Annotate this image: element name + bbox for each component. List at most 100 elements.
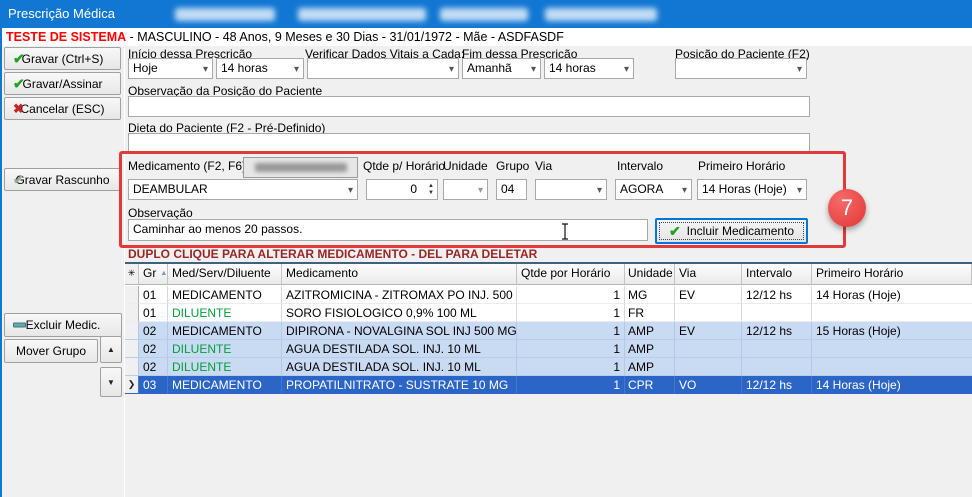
remove-icon [13, 323, 26, 328]
check-icon: ✔ [13, 75, 25, 92]
check-icon: ✔ [669, 223, 681, 240]
table-row[interactable]: 01MEDICAMENTOAZITROMICINA - ZITROMAX PO … [125, 286, 972, 304]
cell-type: MEDICAMENTO [168, 376, 282, 394]
column-header-via[interactable]: Via [675, 264, 742, 284]
cell-via [675, 304, 742, 322]
cell-med: AZITROMICINA - ZITROMAX PO INJ. 500 MG [282, 286, 517, 304]
column-header-med[interactable]: Medicamento [282, 264, 517, 284]
interval-combo[interactable]: AGORA [615, 179, 692, 200]
arrow-up-icon: ▲ [107, 345, 115, 354]
column-header-unit[interactable]: Unidade [625, 264, 675, 284]
spinner-up-icon[interactable]: ▲ [428, 183, 434, 189]
cell-qty: 1 [517, 286, 625, 304]
delete-medication-label: Excluir Medic. [26, 318, 101, 332]
delete-medication-button[interactable]: Excluir Medic. [4, 313, 122, 337]
medication-combo[interactable]: DEAMBULAR [128, 179, 358, 200]
cell-type: DILUENTE [168, 304, 282, 322]
cell-type: MEDICAMENTO [168, 286, 282, 304]
cell-via: EV [675, 322, 742, 340]
table-row[interactable]: 02DILUENTEAGUA DESTILADA SOL. INJ. 10 ML… [125, 358, 972, 376]
via-combo[interactable] [535, 179, 607, 200]
row-selector[interactable] [125, 304, 139, 322]
vitals-check-combo[interactable] [307, 58, 459, 79]
table-body: 01MEDICAMENTOAZITROMICINA - ZITROMAX PO … [125, 286, 972, 394]
row-selector[interactable] [125, 322, 139, 340]
table-row[interactable]: 01DILUENTESORO FISIOLOGICO 0,9% 100 ML1F… [125, 304, 972, 322]
end-time-combo[interactable]: 14 horas [544, 58, 634, 79]
row-selector[interactable] [125, 286, 139, 304]
cell-med: AGUA DESTILADA SOL. INJ. 10 ML [282, 340, 517, 358]
move-group-down-button[interactable]: ▼ [100, 367, 122, 397]
cell-unit: AMP [625, 358, 675, 376]
cell-unit: MG [625, 286, 675, 304]
patient-name: TESTE DE SISTEMA [6, 30, 126, 44]
diet-input[interactable] [128, 133, 810, 154]
unit-combo[interactable] [443, 179, 488, 200]
cell-med: AGUA DESTILADA SOL. INJ. 10 ML [282, 358, 517, 376]
cell-gr: 01 [139, 286, 168, 304]
save-draft-button-label: Gravar Rascunho [15, 173, 109, 187]
cell-qty: 1 [517, 376, 625, 394]
save-draft-button[interactable]: ✔ Gravar Rascunho [4, 168, 121, 191]
column-header-interval[interactable]: Intervalo [742, 264, 812, 284]
title-bar: Prescrição Médica [0, 0, 972, 28]
row-selector[interactable] [125, 358, 139, 376]
spinner-down-icon[interactable]: ▼ [428, 190, 434, 196]
arrow-down-icon: ▼ [107, 378, 115, 387]
first-time-combo[interactable]: 14 Horas (Hoje) [697, 179, 807, 200]
window-left-border [0, 28, 2, 497]
medication-label: Medicamento (F2, F6) [128, 159, 246, 173]
cell-unit: CPR [625, 376, 675, 394]
cell-qty: 1 [517, 340, 625, 358]
column-header-type[interactable]: Med/Serv/Diluente [168, 264, 282, 284]
cell-interval: 12/12 hs [742, 286, 812, 304]
ibeam-cursor [560, 223, 570, 240]
qty-spinner[interactable]: 0 ▲ ▼ [366, 179, 438, 200]
group-input[interactable]: 04 [496, 179, 527, 200]
annotation-badge-number: 7 [841, 195, 853, 221]
redacted-button[interactable] [243, 157, 358, 178]
via-label: Via [535, 159, 552, 173]
table-row[interactable]: ❯03MEDICAMENTOPROPATILNITRATO - SUSTRATE… [125, 376, 972, 394]
redacted-text [298, 8, 426, 21]
table-row[interactable]: 02DILUENTEAGUA DESTILADA SOL. INJ. 10 ML… [125, 340, 972, 358]
save-sign-button[interactable]: ✔ Gravar/Assinar [4, 72, 121, 95]
redacted-text [175, 8, 275, 21]
annotation-badge: 7 [828, 189, 866, 227]
cell-qty: 1 [517, 322, 625, 340]
cell-via [675, 340, 742, 358]
observation-input[interactable]: Caminhar ao menos 20 passos. [128, 219, 648, 241]
cancel-button[interactable]: ✖ Cancelar (ESC) [4, 97, 121, 120]
include-medication-button[interactable]: ✔ Incluir Medicamento [655, 218, 808, 244]
cell-gr: 01 [139, 304, 168, 322]
save-button[interactable]: ✔ Gravar (Ctrl+S) [4, 47, 121, 70]
current-row-indicator[interactable]: ❯ [125, 376, 139, 394]
move-group-up-button[interactable]: ▲ [100, 336, 122, 363]
include-medication-label: Incluir Medicamento [687, 224, 794, 238]
cell-first: 15 Horas (Hoje) [812, 322, 972, 340]
move-group-button[interactable]: Mover Grupo [4, 339, 98, 363]
start-day-combo[interactable]: Hoje [128, 58, 213, 79]
cell-gr: 03 [139, 376, 168, 394]
cell-via: VO [675, 376, 742, 394]
qty-per-time-label: Qtde p/ Horário [363, 159, 445, 173]
grid-corner-icon[interactable]: ✳ [125, 264, 139, 284]
cell-gr: 02 [139, 358, 168, 376]
column-header-gr[interactable]: Gr▲ [139, 264, 168, 284]
cell-med: DIPIRONA - NOVALGINA SOL INJ 500 MG/ML 2 [282, 322, 517, 340]
cell-first [812, 358, 972, 376]
cell-gr: 02 [139, 340, 168, 358]
window-title: Prescrição Médica [8, 0, 115, 28]
end-day-combo[interactable]: Amanhã [462, 58, 541, 79]
position-observation-input[interactable] [128, 96, 810, 117]
column-header-qty[interactable]: Qtde por Horário [517, 264, 625, 284]
row-selector[interactable] [125, 340, 139, 358]
column-header-first[interactable]: Primeiro Horário [812, 264, 972, 284]
check-icon: ✔ [13, 50, 25, 67]
cell-first: 14 Horas (Hoje) [812, 376, 972, 394]
patient-position-combo[interactable] [675, 58, 807, 79]
start-time-combo[interactable]: 14 horas [216, 58, 304, 79]
x-icon: ✖ [13, 101, 24, 117]
table-row[interactable]: 02MEDICAMENTODIPIRONA - NOVALGINA SOL IN… [125, 322, 972, 340]
cell-unit: AMP [625, 340, 675, 358]
